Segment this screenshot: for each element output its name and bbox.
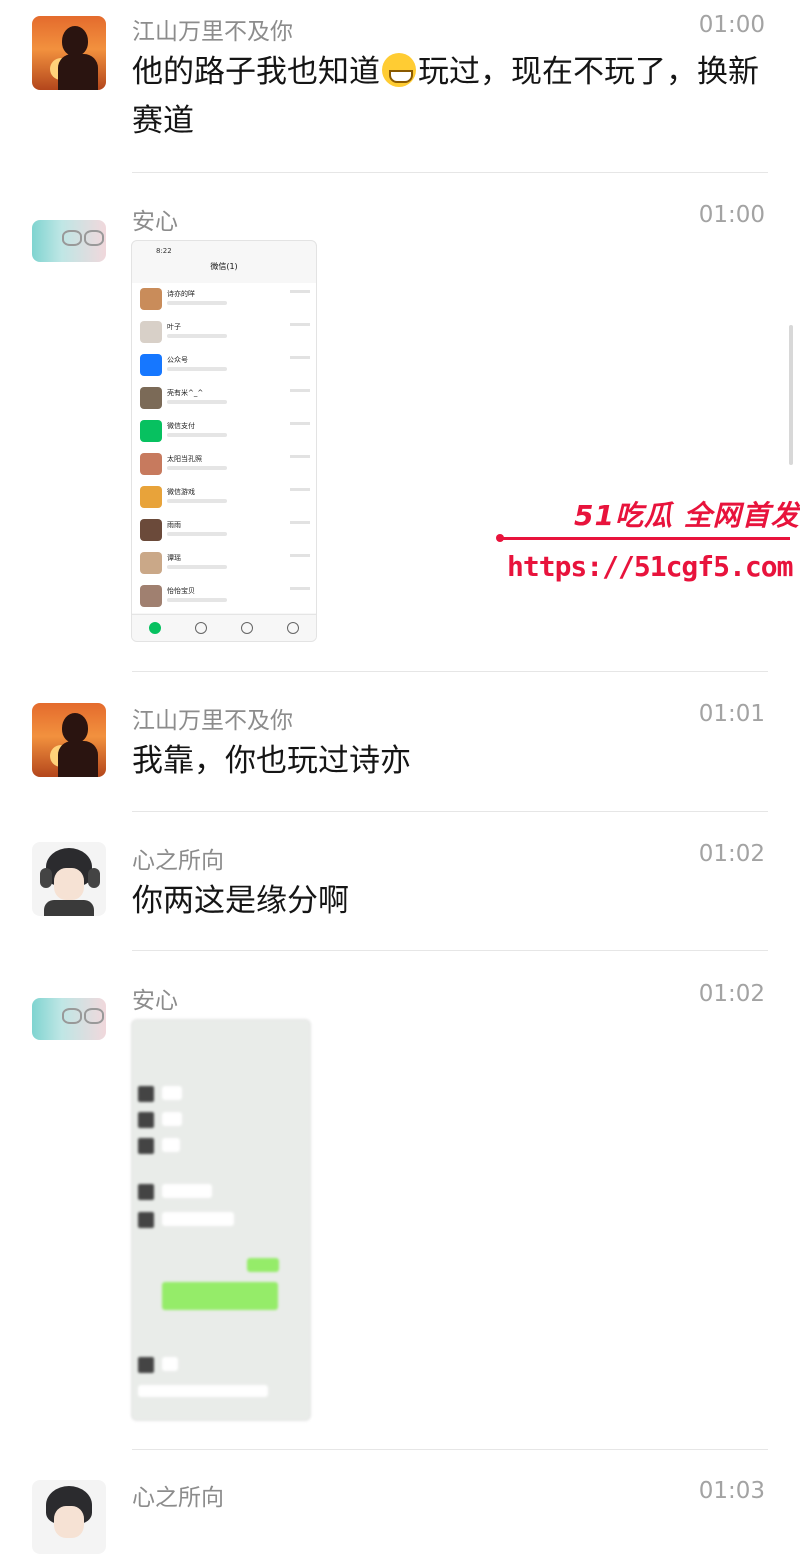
watermark-url[interactable]: https://51cgf5.com bbox=[507, 550, 793, 583]
message-time: 01:00 bbox=[698, 12, 765, 38]
chat-list-row: 太阳当孔照 bbox=[132, 448, 316, 481]
chat-list-preview bbox=[167, 466, 227, 470]
chat-list-name: 公众号 bbox=[167, 356, 188, 364]
chat-list-preview bbox=[167, 334, 227, 338]
chat-list-row: 谭瑶 bbox=[132, 547, 316, 580]
message-text-part: 他的路子我也知道 bbox=[132, 54, 380, 90]
chat-list-time bbox=[290, 587, 310, 590]
blurred-avatar bbox=[138, 1086, 154, 1102]
chat-list-screenshot[interactable]: 8:22 微信(1) 诗亦的咩叶子公众号壳有米^_^ 微信支付太阳当孔照微信游戏雨… bbox=[131, 240, 317, 642]
chat-list-time bbox=[290, 290, 310, 293]
avatar[interactable] bbox=[32, 1480, 106, 1554]
tab-discover-icon bbox=[241, 622, 253, 634]
chat-list-time bbox=[290, 488, 310, 491]
chat-list-name: 雨雨 bbox=[167, 521, 181, 529]
chat-list-name: 诗亦的咩 bbox=[167, 290, 195, 298]
message-text: 他的路子我也知道 玩过，现在不玩了，换新赛道 bbox=[132, 48, 772, 146]
sender-name: 心之所向 bbox=[132, 848, 224, 874]
chat-list-name: 微信游戏 bbox=[167, 488, 195, 496]
chat-list-avatar bbox=[140, 288, 162, 310]
chat-list-avatar bbox=[140, 585, 162, 607]
message-text: 我靠，你也玩过诗亦 bbox=[132, 743, 411, 779]
chat-list-row: 壳有米^_^ bbox=[132, 382, 316, 415]
message-time: 01:01 bbox=[698, 701, 765, 727]
chat-list-row: 雨雨 bbox=[132, 514, 316, 547]
chat-list-preview bbox=[167, 499, 227, 503]
blurred-avatar bbox=[138, 1212, 154, 1228]
chat-list-preview bbox=[167, 565, 227, 569]
message-time: 01:02 bbox=[698, 981, 765, 1007]
message-time: 01:03 bbox=[698, 1478, 765, 1504]
chat-list-avatar bbox=[140, 420, 162, 442]
divider bbox=[132, 172, 768, 173]
tab-me-icon bbox=[287, 622, 299, 634]
chat-list-row: 叶子 bbox=[132, 316, 316, 349]
tab-bar bbox=[132, 614, 316, 641]
avatar[interactable] bbox=[32, 16, 106, 90]
avatar[interactable] bbox=[32, 842, 106, 916]
chat-list: 诗亦的咩叶子公众号壳有米^_^ 微信支付太阳当孔照微信游戏雨雨谭瑶怡怡宝贝 bbox=[132, 283, 316, 613]
sender-name: 江山万里不及你 bbox=[132, 19, 293, 45]
chat-list-time bbox=[290, 389, 310, 392]
chat-list-preview bbox=[167, 433, 227, 437]
chat-list-name: 壳有米^_^ bbox=[167, 389, 204, 397]
chat-list-avatar bbox=[140, 354, 162, 376]
divider bbox=[132, 950, 768, 951]
chat-list-avatar bbox=[140, 486, 162, 508]
chat-list-time bbox=[290, 356, 310, 359]
chat-list-time bbox=[290, 323, 310, 326]
chat-list-preview bbox=[167, 301, 227, 305]
scrollbar[interactable] bbox=[789, 325, 793, 465]
chat-list-name: 太阳当孔照 bbox=[167, 455, 202, 463]
divider bbox=[132, 671, 768, 672]
sender-name: 江山万里不及你 bbox=[132, 708, 293, 734]
chat-list-name: 谭瑶 bbox=[167, 554, 181, 562]
chat-list-time bbox=[290, 521, 310, 524]
chat-list-time bbox=[290, 422, 310, 425]
blurred-chat-screenshot[interactable] bbox=[131, 1019, 311, 1421]
sender-name: 安心 bbox=[132, 988, 178, 1014]
chat-list-preview bbox=[167, 532, 227, 536]
message-time: 01:02 bbox=[698, 841, 765, 867]
chat-list-row: 公众号 bbox=[132, 349, 316, 382]
blurred-avatar bbox=[138, 1357, 154, 1373]
chat-list-name: 微信支付 bbox=[167, 422, 195, 430]
divider bbox=[132, 1449, 768, 1450]
chat-list-preview bbox=[167, 400, 227, 404]
sender-name: 安心 bbox=[132, 209, 178, 235]
chat-list-row: 微信游戏 bbox=[132, 481, 316, 514]
chat-list-row: 怡怡宝贝 bbox=[132, 580, 316, 613]
grin-emoji-icon bbox=[382, 53, 416, 87]
chat-list-time bbox=[290, 554, 310, 557]
chat-list-avatar bbox=[140, 321, 162, 343]
message-text: 你两这是缘分啊 bbox=[132, 883, 349, 919]
avatar[interactable] bbox=[32, 703, 106, 777]
watermark-line bbox=[498, 537, 790, 540]
blurred-avatar bbox=[138, 1112, 154, 1128]
divider bbox=[132, 811, 768, 812]
chat-list-name: 叶子 bbox=[167, 323, 181, 331]
watermark-title: 51吃瓜 全网首发 bbox=[574, 499, 800, 532]
chat-list-preview bbox=[167, 598, 227, 602]
blurred-avatar bbox=[138, 1138, 154, 1154]
tab-contacts-icon bbox=[195, 622, 207, 634]
chat-list-preview bbox=[167, 367, 227, 371]
chat-list-avatar bbox=[140, 387, 162, 409]
chat-list-name: 怡怡宝贝 bbox=[167, 587, 195, 595]
avatar[interactable] bbox=[32, 998, 106, 1040]
chat-list-time bbox=[290, 455, 310, 458]
screenshot-title: 微信(1) bbox=[210, 262, 238, 271]
chat-list-avatar bbox=[140, 453, 162, 475]
chat-list-avatar bbox=[140, 552, 162, 574]
avatar[interactable] bbox=[32, 220, 106, 262]
chat-list-row: 诗亦的咩 bbox=[132, 283, 316, 316]
tab-chats-icon bbox=[149, 622, 161, 634]
message-time: 01:00 bbox=[698, 202, 765, 228]
sender-name: 心之所向 bbox=[132, 1485, 224, 1511]
chat-list-avatar bbox=[140, 519, 162, 541]
blurred-avatar bbox=[138, 1184, 154, 1200]
status-time: 8:22 bbox=[156, 247, 172, 255]
chat-list-row: 微信支付 bbox=[132, 415, 316, 448]
